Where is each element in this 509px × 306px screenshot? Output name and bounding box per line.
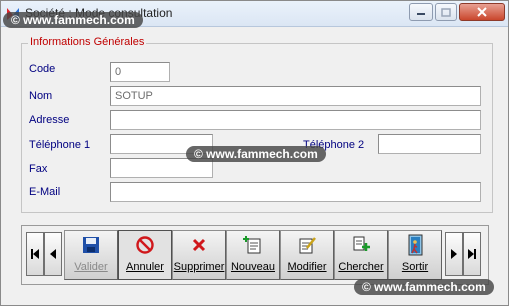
maximize-icon	[441, 7, 451, 17]
sortir-label: Sortir	[401, 261, 429, 273]
nom-label: Nom	[29, 90, 53, 102]
supprimer-button[interactable]: Supprimer	[172, 230, 226, 280]
cancel-circle-icon	[134, 235, 156, 255]
telephone1-label: Téléphone 1	[29, 139, 91, 151]
code-label: Code	[29, 63, 56, 75]
fax-label: Fax	[29, 163, 48, 175]
supprimer-label: Supprimer	[173, 261, 225, 273]
email-label: E-Mail	[29, 186, 61, 198]
minimize-button[interactable]	[409, 3, 433, 21]
nouveau-label: Nouveau	[230, 261, 276, 273]
group-title: Informations Générales	[28, 36, 147, 48]
modifier-label: Modifier	[287, 261, 327, 273]
valider-label: Valider	[74, 261, 108, 273]
close-button[interactable]	[459, 3, 505, 21]
annuler-button[interactable]: Annuler	[118, 230, 172, 280]
valider-button[interactable]: Valider	[64, 230, 118, 280]
chercher-label: Chercher	[338, 261, 384, 273]
annuler-label: Annuler	[126, 261, 164, 273]
last-record-button[interactable]	[463, 232, 481, 276]
previous-record-button[interactable]	[44, 232, 62, 276]
email-field[interactable]	[110, 182, 481, 202]
adresse-label: Adresse	[29, 114, 70, 126]
maximize-button[interactable]	[435, 3, 457, 21]
next-record-icon	[451, 249, 457, 259]
first-record-icon	[31, 249, 39, 259]
adresse-field[interactable]	[110, 110, 481, 130]
main-window: Société : Mode consultation © www.fammec…	[0, 0, 509, 306]
exit-door-icon	[404, 234, 426, 256]
action-toolbar: Valider Annuler Supprimer Nouveau Modifi…	[21, 225, 489, 285]
telephone2-field[interactable]	[378, 134, 481, 154]
modifier-button[interactable]: Modifier	[280, 230, 334, 280]
nouveau-button[interactable]: Nouveau	[226, 230, 280, 280]
close-icon	[477, 7, 487, 17]
red-x-icon	[188, 235, 210, 255]
floppy-disk-icon	[80, 235, 102, 255]
search-document-icon	[350, 235, 372, 255]
new-document-icon	[242, 235, 264, 255]
watermark-top: © www.fammech.com	[3, 12, 143, 28]
code-field[interactable]	[110, 62, 170, 82]
first-record-button[interactable]	[26, 232, 44, 276]
watermark-middle: © www.fammech.com	[186, 146, 326, 162]
previous-record-icon	[50, 249, 56, 259]
nom-field[interactable]	[110, 86, 481, 106]
next-record-button[interactable]	[445, 232, 463, 276]
watermark-bottom: © www.fammech.com	[354, 279, 494, 295]
edit-document-icon	[296, 235, 318, 255]
last-record-icon	[468, 249, 476, 259]
chercher-button[interactable]: Chercher	[334, 230, 388, 280]
sortir-button[interactable]: Sortir	[388, 230, 442, 280]
minimize-icon	[417, 13, 425, 15]
